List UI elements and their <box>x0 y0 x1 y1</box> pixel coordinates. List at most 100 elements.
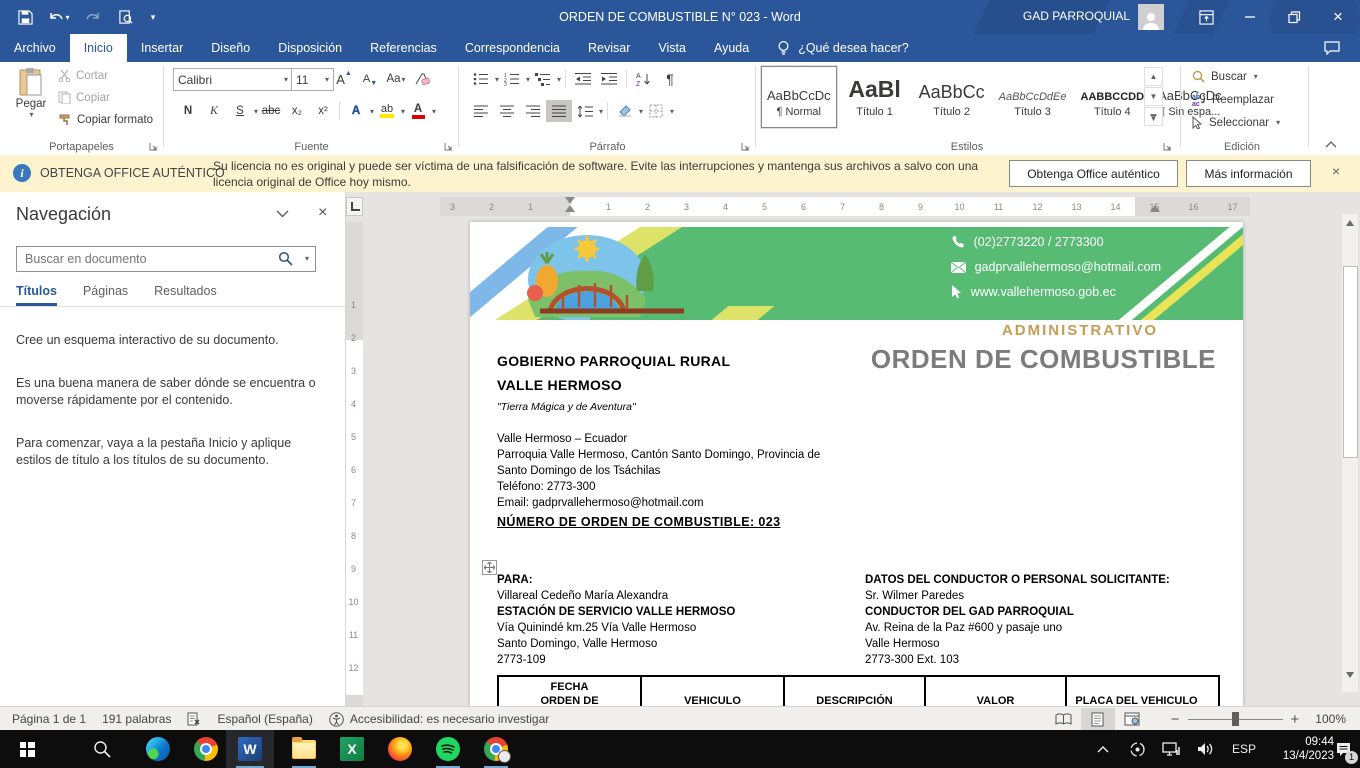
underline-button[interactable]: S <box>227 100 253 122</box>
tray-hidden-icons-icon[interactable] <box>1088 730 1118 768</box>
customize-quick-access-icon[interactable]: ▾ <box>144 5 162 29</box>
tab-vista[interactable]: Vista <box>644 34 700 62</box>
page-indicator[interactable]: Página 1 de 1 <box>4 707 94 731</box>
zoom-out-icon[interactable]: − <box>1163 707 1188 731</box>
tab-disposicion[interactable]: Disposición <box>264 34 356 62</box>
format-painter-button[interactable]: Copiar formato <box>58 113 153 127</box>
bold-button[interactable]: N <box>175 100 201 122</box>
italic-button[interactable]: K <box>201 100 227 122</box>
start-button[interactable] <box>5 730 49 768</box>
minimize-button[interactable] <box>1228 0 1272 34</box>
style-titulo4[interactable]: AABBCCDDTítulo 4 <box>1075 66 1151 128</box>
tab-inicio[interactable]: Inicio <box>70 34 127 62</box>
zoom-slider-thumb[interactable] <box>1232 712 1239 726</box>
tab-correspondencia[interactable]: Correspondencia <box>451 34 574 62</box>
nav-tab-paginas[interactable]: Páginas <box>83 284 128 306</box>
tray-volume-icon[interactable] <box>1190 730 1220 768</box>
borders-dropdown-icon[interactable]: ▾ <box>670 107 674 116</box>
proofing-icon[interactable] <box>179 707 209 731</box>
font-size-select[interactable]: 11▾ <box>291 68 334 91</box>
shading-button[interactable] <box>612 100 638 122</box>
feedback-icon[interactable] <box>1310 34 1354 62</box>
paragraph-dialog-launcher-icon[interactable] <box>741 142 751 152</box>
styles-gallery-more-icon[interactable]: ▬▼ <box>1144 107 1163 126</box>
style-titulo2[interactable]: AaBbCcTítulo 2 <box>913 66 991 128</box>
select-button[interactable]: Seleccionar▾ <box>1192 116 1280 129</box>
increase-indent-button[interactable] <box>596 68 622 90</box>
text-effects-button[interactable]: A <box>343 100 369 122</box>
tab-archivo[interactable]: Archivo <box>0 34 70 62</box>
scroll-down-icon[interactable] <box>1342 666 1358 683</box>
zoom-level[interactable]: 100% <box>1307 707 1354 731</box>
accessibility-status[interactable]: Accesibilidad: es necesario investigar <box>321 707 557 731</box>
change-case-button[interactable]: Aa▾ <box>383 68 409 90</box>
tray-network-icon[interactable] <box>1156 730 1186 768</box>
style-titulo3[interactable]: AaBbCcDdEeTítulo 3 <box>993 66 1073 128</box>
ribbon-display-options-icon[interactable] <box>1184 0 1228 34</box>
highlight-button[interactable]: ab <box>374 100 400 122</box>
find-button[interactable]: Buscar▾ <box>1192 70 1258 83</box>
cut-button[interactable]: Cortar <box>58 69 108 82</box>
tab-insertar[interactable]: Insertar <box>127 34 197 62</box>
taskbar-excel-icon[interactable]: X <box>330 730 374 768</box>
zoom-in-icon[interactable]: + <box>1283 707 1308 731</box>
print-preview-icon[interactable] <box>112 5 138 29</box>
tab-selector[interactable] <box>346 197 363 216</box>
style-titulo1[interactable]: AaBlTítulo 1 <box>839 66 911 128</box>
search-input[interactable] <box>23 248 277 270</box>
right-indent-marker[interactable] <box>1150 205 1160 212</box>
scroll-up-icon[interactable] <box>1342 214 1358 231</box>
clear-formatting-button[interactable] <box>409 68 435 90</box>
font-family-select[interactable]: Calibri▾ <box>173 68 293 91</box>
tab-revisar[interactable]: Revisar <box>574 34 644 62</box>
print-layout-icon[interactable] <box>1081 708 1115 730</box>
strikethrough-button[interactable]: abc <box>258 100 284 122</box>
taskbar-chrome-profile-icon[interactable] <box>474 730 518 768</box>
read-mode-icon[interactable] <box>1047 708 1081 730</box>
document-scrollbar[interactable] <box>1342 214 1358 692</box>
taskbar-spotify-icon[interactable] <box>426 730 470 768</box>
tab-referencias[interactable]: Referencias <box>356 34 451 62</box>
decrease-indent-button[interactable] <box>570 68 596 90</box>
paste-button[interactable]: Pegar ▾ <box>8 67 54 139</box>
zoom-slider[interactable] <box>1188 707 1283 731</box>
more-info-button[interactable]: Más información <box>1186 160 1311 187</box>
scrollbar-thumb[interactable] <box>1343 266 1358 458</box>
search-icon[interactable] <box>278 251 293 266</box>
bullets-button[interactable] <box>468 68 494 90</box>
taskbar-firefox-icon[interactable] <box>378 730 422 768</box>
undo-icon[interactable]: ▾ <box>42 5 76 29</box>
subscript-button[interactable]: x₂ <box>284 100 310 122</box>
license-close-icon[interactable]: × <box>1332 163 1340 179</box>
paste-dropdown-icon[interactable]: ▾ <box>9 110 54 119</box>
first-line-indent-marker[interactable] <box>565 197 575 204</box>
get-office-button[interactable]: Obtenga Office auténtico <box>1009 160 1178 187</box>
table-move-handle-icon[interactable] <box>482 560 497 575</box>
language-indicator[interactable]: Español (España) <box>209 707 320 731</box>
styles-dialog-launcher-icon[interactable] <box>1163 142 1173 152</box>
tab-ayuda[interactable]: Ayuda <box>700 34 763 62</box>
tray-meet-now-icon[interactable] <box>1122 730 1152 768</box>
show-marks-button[interactable]: ¶ <box>657 68 683 90</box>
line-spacing-dropdown-icon[interactable]: ▾ <box>599 107 603 116</box>
document-page[interactable]: (02)2773220 / 2773300 gadprvallehermoso@… <box>470 222 1243 706</box>
copy-button[interactable]: Copiar <box>58 91 110 104</box>
collapse-ribbon-icon[interactable] <box>1324 140 1338 149</box>
nav-tab-resultados[interactable]: Resultados <box>154 284 217 306</box>
replace-button[interactable]: abac Reemplazar <box>1192 93 1274 106</box>
save-icon[interactable] <box>12 5 38 29</box>
align-right-button[interactable] <box>520 100 546 122</box>
tell-me-box[interactable]: ¿Qué desea hacer? <box>763 34 923 62</box>
justify-button[interactable] <box>546 100 572 122</box>
taskbar-chrome-icon[interactable] <box>184 730 228 768</box>
hanging-indent-marker[interactable] <box>565 205 575 212</box>
nav-search-box[interactable]: ▾ <box>16 246 316 272</box>
account-user-name[interactable]: GAD PARROQUIAL <box>1023 9 1130 23</box>
action-center-icon[interactable]: 1 <box>1326 730 1360 768</box>
line-spacing-button[interactable] <box>572 100 598 122</box>
restore-button[interactable] <box>1272 0 1316 34</box>
redo-icon[interactable] <box>80 5 106 29</box>
tab-diseno[interactable]: Diseño <box>197 34 264 62</box>
taskbar-explorer-icon[interactable] <box>282 730 326 768</box>
nav-pane-close-icon[interactable]: × <box>318 204 327 222</box>
